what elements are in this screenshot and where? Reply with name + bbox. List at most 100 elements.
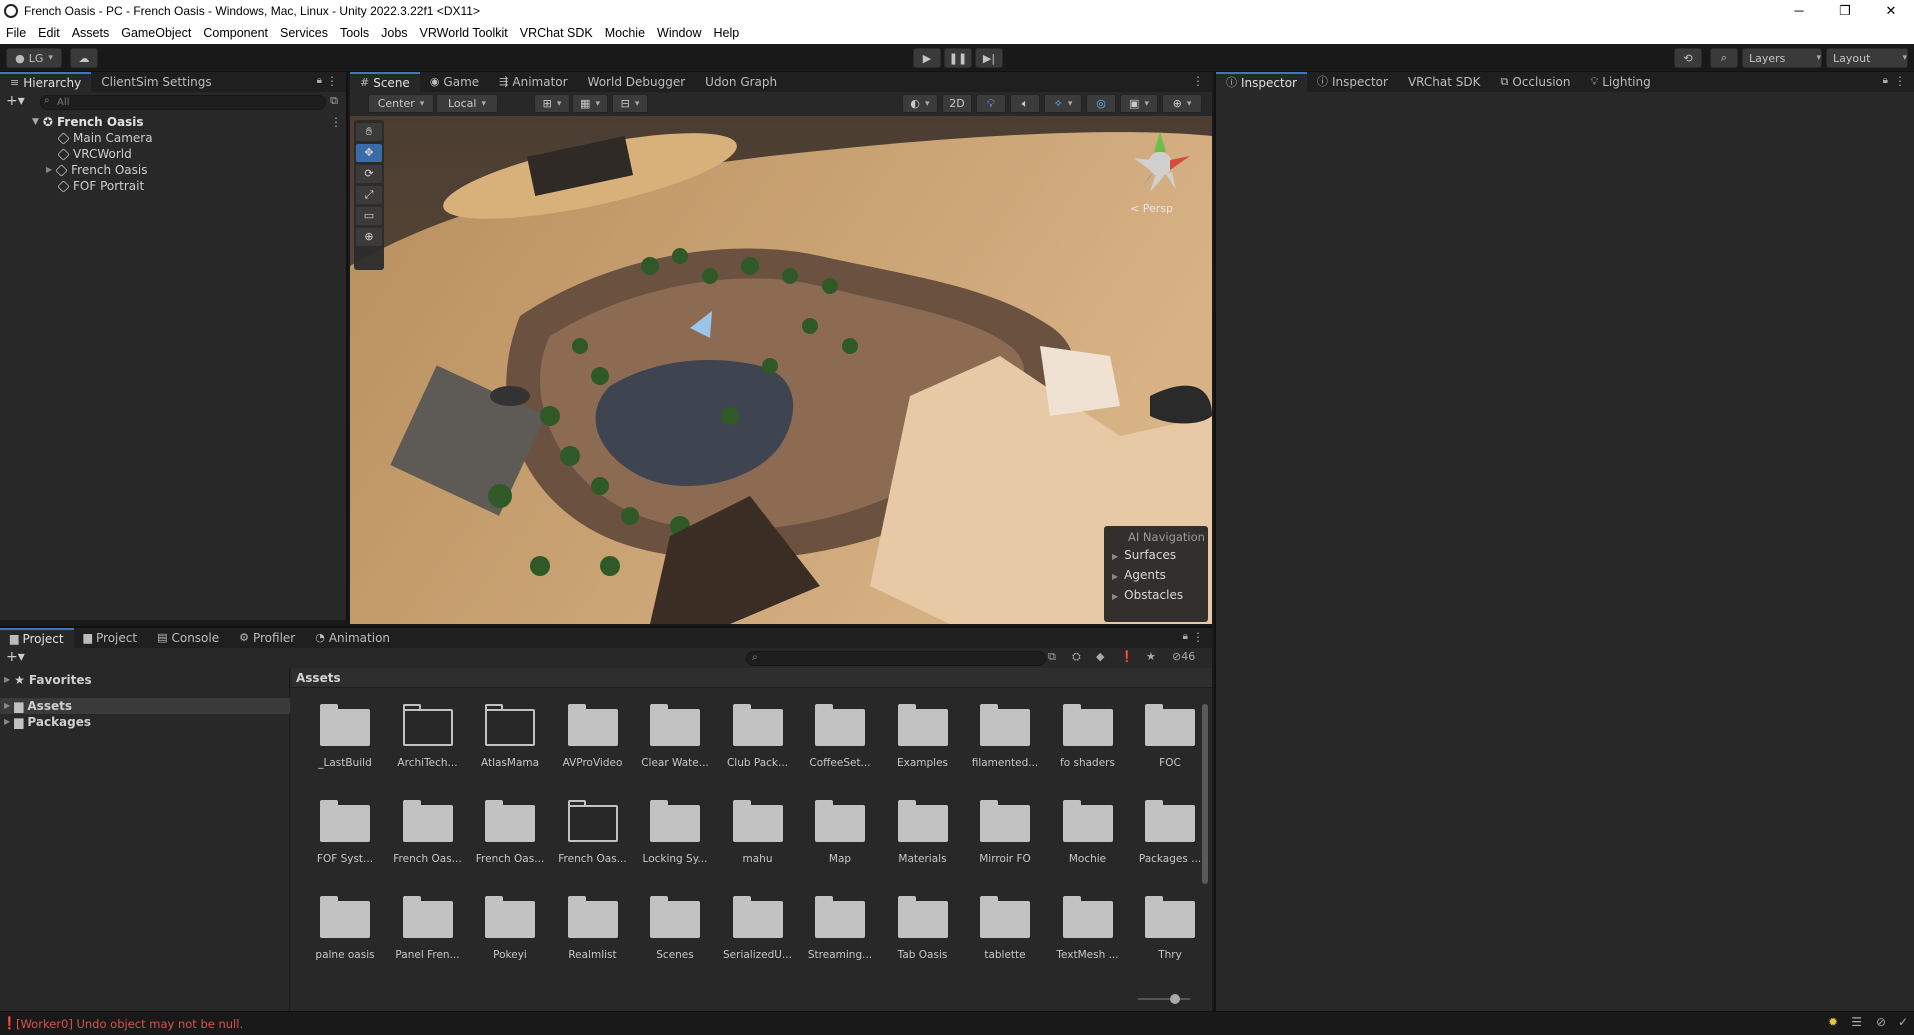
pivot-dropdown[interactable]: Center xyxy=(368,94,434,113)
scene-view-icon[interactable]: ⧉ xyxy=(330,94,338,108)
project-folder[interactable]: Mirroir FO xyxy=(960,792,1040,882)
scene-more-menu-icon[interactable]: ⋮ xyxy=(1192,74,1204,88)
expand-arrow-icon[interactable]: ▼ xyxy=(32,114,39,130)
tree-item-packages[interactable]: ▶ ▆ Packages xyxy=(4,714,91,730)
layers-dropdown[interactable]: Layers xyxy=(1742,48,1822,68)
tab-inspector[interactable]: ⓘ Inspector xyxy=(1216,72,1307,92)
project-folder[interactable]: French Oas... xyxy=(548,792,628,882)
hierarchy-item-french-oasis[interactable]: ▶ French Oasis xyxy=(46,162,148,178)
project-folder[interactable]: Pokeyi xyxy=(465,888,545,978)
project-folder[interactable]: mahu xyxy=(713,792,793,882)
tab-scene[interactable]: # Scene xyxy=(350,72,420,92)
project-folder[interactable]: tablette xyxy=(960,888,1040,978)
ai-nav-obstacles[interactable]: Obstacles xyxy=(1104,584,1208,604)
project-folder[interactable]: Packages ... xyxy=(1125,792,1205,882)
lighting-toggle-button[interactable]: 💡︎ xyxy=(976,94,1006,113)
tab-lighting[interactable]: 💡︎ Lighting xyxy=(1581,72,1661,92)
menu-window[interactable]: Window xyxy=(651,26,707,40)
history-button[interactable]: ⟲ xyxy=(1674,48,1702,68)
project-folder[interactable]: CoffeeSet... xyxy=(795,696,875,786)
draw-mode-dropdown[interactable]: ◐ xyxy=(902,94,938,113)
expand-arrow-icon[interactable]: ▶ xyxy=(46,162,52,178)
expand-arrow-icon[interactable]: ▶ xyxy=(4,714,10,730)
more-menu-icon[interactable]: ⋮ xyxy=(1894,74,1906,88)
tab-game[interactable]: ◉ Game xyxy=(420,72,489,92)
project-folder[interactable]: Mochie xyxy=(1043,792,1123,882)
tab-animator[interactable]: ⇶ Animator xyxy=(489,72,577,92)
menu-help[interactable]: Help xyxy=(708,26,746,40)
tab-occlusion[interactable]: ⧉ Occlusion xyxy=(1491,72,1581,92)
lock-icon[interactable]: 🔒︎ xyxy=(317,75,322,86)
tab-console[interactable]: ▤ Console xyxy=(147,628,229,648)
account-dropdown[interactable]: ● LG xyxy=(6,48,62,68)
project-folder[interactable]: French Oas... xyxy=(383,792,463,882)
project-folder[interactable]: _LastBuild xyxy=(300,696,380,786)
ai-nav-surfaces[interactable]: Surfaces xyxy=(1104,544,1208,564)
tab-clientsim-settings[interactable]: ClientSim Settings xyxy=(91,72,221,92)
grid-visibility-dropdown[interactable]: ▦ xyxy=(572,94,608,113)
status-message[interactable]: [Worker0] Undo object may not be null. xyxy=(16,1017,243,1031)
more-menu-icon[interactable]: ⋮ xyxy=(326,74,338,88)
bug-icon[interactable]: ✹ xyxy=(1828,1015,1838,1029)
2d-toggle-button[interactable]: 2D xyxy=(942,94,972,113)
menu-services[interactable]: Services xyxy=(274,26,334,40)
pause-button[interactable]: ❚❚ xyxy=(944,48,972,68)
search-button[interactable]: ⌕ xyxy=(1710,48,1738,68)
scene-more-icon[interactable]: ⋮ xyxy=(330,114,342,130)
scene-visibility-button[interactable]: ◎ xyxy=(1086,94,1116,113)
expand-arrow-icon[interactable]: ▶ xyxy=(4,698,10,714)
hand-tool-button[interactable]: ✋︎ xyxy=(356,123,382,141)
scene-root-row[interactable]: ▼ ✪ French Oasis ⋮ xyxy=(32,114,342,130)
hierarchy-item-main-camera[interactable]: Main Camera xyxy=(57,130,153,146)
increment-snap-dropdown[interactable]: ⊟ xyxy=(612,94,648,113)
more-menu-icon[interactable]: ⋮ xyxy=(1192,630,1204,644)
zoom-slider[interactable] xyxy=(1138,994,1190,1004)
step-button[interactable]: ▶| xyxy=(975,48,1003,68)
filter-by-label-icon[interactable]: ⛭ xyxy=(1072,650,1081,664)
project-folder[interactable]: Realmlist xyxy=(548,888,628,978)
alert-icon[interactable]: ❗ xyxy=(1120,650,1134,663)
project-folder[interactable]: FOF Syst... xyxy=(300,792,380,882)
layout-dropdown[interactable]: Layout xyxy=(1826,48,1908,68)
expand-arrow-icon[interactable]: ▶ xyxy=(4,672,10,688)
stack-icon[interactable]: ☰ xyxy=(1851,1015,1862,1029)
project-folder[interactable]: Locking Sy... xyxy=(630,792,710,882)
effects-dropdown[interactable]: ✧ xyxy=(1044,94,1082,113)
project-folder[interactable]: Club Pack... xyxy=(713,696,793,786)
transform-tool-button[interactable]: ⊕ xyxy=(356,228,382,246)
menu-mochie[interactable]: Mochie xyxy=(599,26,651,40)
project-folder[interactable]: Scenes xyxy=(630,888,710,978)
hierarchy-item-fof-portrait[interactable]: FOF Portrait xyxy=(57,178,144,194)
project-folder[interactable]: Panel Fren... xyxy=(383,888,463,978)
project-folder[interactable]: fo shaders xyxy=(1043,696,1123,786)
project-folder[interactable]: AtlasMama xyxy=(465,696,545,786)
hierarchy-search-input[interactable]: All xyxy=(40,95,326,110)
menu-assets[interactable]: Assets xyxy=(66,26,116,40)
orientation-gizmo[interactable] xyxy=(1120,124,1200,204)
project-folder[interactable]: Tab Oasis xyxy=(878,888,958,978)
gizmos-dropdown[interactable]: ⊕ xyxy=(1162,94,1202,113)
close-button[interactable]: ✕ xyxy=(1868,0,1914,22)
project-folder[interactable]: French Oas... xyxy=(465,792,545,882)
project-breadcrumb[interactable]: Assets xyxy=(296,671,341,685)
tag-icon[interactable]: ◆ xyxy=(1096,650,1104,663)
tab-project[interactable]: ▆ Project xyxy=(0,628,74,648)
minimize-button[interactable]: ─ xyxy=(1776,0,1822,22)
grid-snap-dropdown[interactable]: ⊞ xyxy=(534,94,570,113)
menu-file[interactable]: File xyxy=(0,26,32,40)
check-icon[interactable]: ✓ xyxy=(1898,1015,1908,1029)
tab-inspector-2[interactable]: ⓘ Inspector xyxy=(1307,72,1398,92)
cloud-button[interactable]: ☁ xyxy=(70,48,98,68)
menu-vrchat-sdk[interactable]: VRChat SDK xyxy=(514,26,599,40)
project-search-input[interactable]: ⌕ xyxy=(746,651,1046,666)
scrollbar-thumb[interactable] xyxy=(1202,704,1208,884)
project-folder[interactable]: filamented... xyxy=(960,696,1040,786)
add-icon[interactable]: +▾ xyxy=(6,93,25,109)
menu-vrworld-toolkit[interactable]: VRWorld Toolkit xyxy=(414,26,514,40)
tab-vrchat-sdk[interactable]: VRChat SDK xyxy=(1398,72,1491,92)
project-folder[interactable]: TextMesh ... xyxy=(1043,888,1123,978)
project-folder[interactable]: Thry xyxy=(1125,888,1205,978)
play-button[interactable]: ▶ xyxy=(913,48,941,68)
project-folder[interactable]: palne oasis xyxy=(300,888,380,978)
search-by-type-icon[interactable]: ⧉ xyxy=(1048,650,1056,664)
